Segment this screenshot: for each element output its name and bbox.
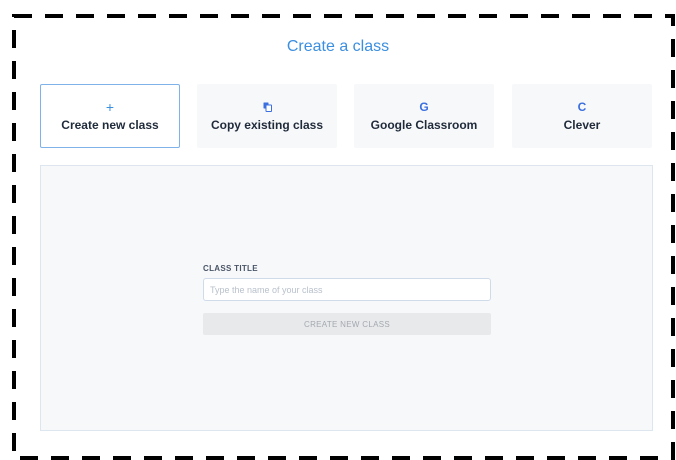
tab-label: Google Classroom [370,118,478,132]
google-icon: G [419,100,429,114]
tab-label: Create new class [61,118,159,132]
class-source-tabs: + Create new class Copy existing class G… [40,84,652,148]
create-new-class-button[interactable]: CREATE NEW CLASS [203,313,491,335]
copy-icon [263,100,272,114]
tab-create-new-class[interactable]: + Create new class [40,84,180,148]
clever-icon: C [577,100,587,114]
create-class-panel: CLASS TITLE CREATE NEW CLASS [40,165,653,431]
tab-copy-existing-class[interactable]: Copy existing class [197,84,337,148]
tab-label: Clever [563,118,601,132]
page-title: Create a class [286,38,390,55]
class-title-label: CLASS TITLE [203,264,258,273]
tab-google-classroom[interactable]: G Google Classroom [354,84,494,148]
tab-clever[interactable]: C Clever [512,84,652,148]
plus-icon: + [105,99,115,115]
class-title-input[interactable] [203,278,491,301]
tab-label: Copy existing class [210,118,324,132]
